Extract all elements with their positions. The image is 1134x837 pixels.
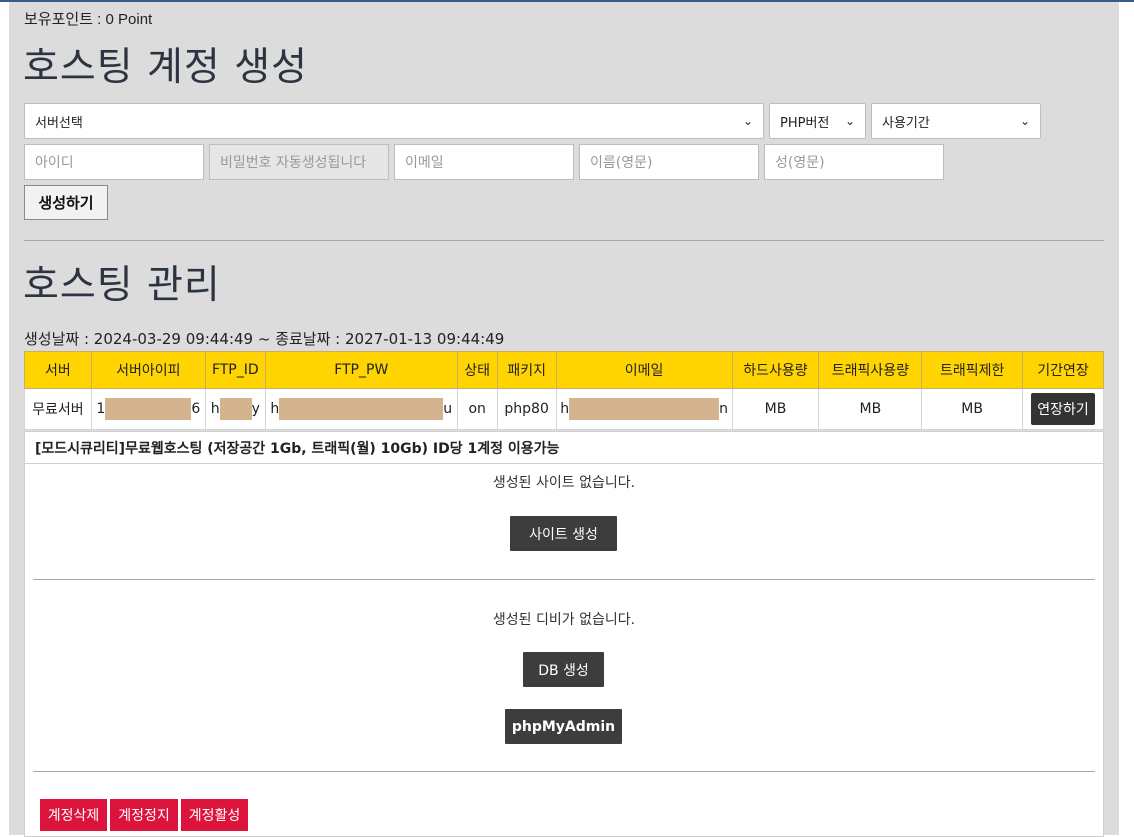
chevron-down-icon: ⌄ (1019, 114, 1030, 128)
email-end: n (719, 401, 728, 417)
col-header: 트래픽사용량 (818, 351, 923, 389)
ftp-pw-start: h (270, 401, 280, 417)
redaction (279, 398, 444, 420)
redaction (219, 398, 252, 420)
id-input[interactable]: 아이디 (24, 144, 204, 180)
chevron-down-icon: ⌄ (742, 114, 753, 128)
create-account-button[interactable]: 생성하기 (24, 185, 108, 220)
server-select[interactable]: 서버선택 ⌄ (24, 103, 764, 139)
password-input: 비밀번호 자동생성됩니다 (209, 144, 389, 180)
period-select-value: 사용기간 (882, 115, 930, 131)
traffic-limit-cell: MB (921, 388, 1024, 430)
period-select[interactable]: 사용기간 ⌄ (871, 103, 1041, 139)
col-header: 하드사용량 (731, 351, 820, 389)
account-detail-box: [모드시큐리티]무료웹호스팅 (저장공간 1Gb, 트래픽(월) 10Gb) I… (24, 431, 1104, 837)
lastname-input[interactable]: 성(영문) (764, 144, 944, 180)
ftp-pw-cell: hu (264, 388, 458, 430)
chevron-down-icon: ⌄ (844, 114, 855, 128)
ip-end: 6 (191, 401, 201, 417)
table-row: 무료서버 16 hy hu on php80 hn MB MB MB 연장하기 (24, 388, 1104, 430)
col-header: 트래픽제한 (921, 351, 1024, 389)
divider (33, 579, 1095, 580)
col-header: 서버아이피 (90, 351, 206, 389)
ftp-id-end: y (251, 401, 260, 417)
redaction (569, 398, 720, 420)
package-description: [모드시큐리티]무료웹호스팅 (저장공간 1Gb, 트래픽(월) 10Gb) I… (35, 441, 560, 457)
server-select-value: 서버선택 (35, 115, 83, 131)
package-cell: php80 (496, 388, 557, 430)
col-header: 서버 (24, 351, 92, 389)
site-create-button[interactable]: 사이트 생성 (510, 516, 617, 551)
firstname-input[interactable]: 이름(영문) (579, 144, 759, 180)
hosting-table: 서버 서버아이피 FTP_ID FTP_PW 상태 패키지 이메일 하드사용량 … (24, 351, 1104, 430)
divider (25, 463, 1103, 464)
account-dates: 생성날짜 : 2024-03-29 09:44:49 ~ 종료날짜 : 2027… (24, 330, 505, 348)
col-header: FTP_ID (204, 351, 266, 389)
col-header: 기간연장 (1022, 351, 1104, 389)
manage-section-title: 호스팅 관리 (23, 263, 221, 308)
redaction (105, 398, 192, 420)
no-db-message: 생성된 디비가 없습니다. (492, 612, 636, 628)
ftp-id-cell: hy (204, 388, 266, 430)
disk-cell: MB (731, 388, 820, 430)
ip-start: 1 (96, 401, 106, 417)
ftp-id-start: h (210, 401, 220, 417)
no-site-message: 생성된 사이트 없습니다. (492, 475, 636, 491)
col-header: 상태 (456, 351, 498, 389)
col-header: 패키지 (496, 351, 557, 389)
email-input[interactable]: 이메일 (394, 144, 574, 180)
server-cell: 무료서버 (24, 388, 92, 430)
traffic-cell: MB (818, 388, 923, 430)
php-version-select[interactable]: PHP버전 ⌄ (769, 103, 866, 139)
db-create-button[interactable]: DB 생성 (523, 652, 604, 687)
phpmyadmin-button[interactable]: phpMyAdmin (505, 709, 622, 744)
extend-button[interactable]: 연장하기 (1031, 393, 1095, 425)
activate-account-button[interactable]: 계정활성 (181, 799, 248, 831)
points-label: 보유포인트 : 0 Point (24, 11, 153, 28)
delete-account-button[interactable]: 계정삭제 (40, 799, 107, 831)
create-section-title: 호스팅 계정 생성 (23, 45, 308, 90)
php-version-value: PHP버전 (780, 115, 830, 131)
section-divider (24, 240, 1104, 241)
col-header: FTP_PW (264, 351, 458, 389)
ip-cell: 16 (90, 388, 206, 430)
suspend-account-button[interactable]: 계정정지 (110, 799, 178, 831)
ftp-pw-end: u (443, 401, 453, 417)
email-start: h (560, 401, 570, 417)
col-header: 이메일 (555, 351, 733, 389)
email-cell: hn (555, 388, 733, 430)
main-panel: 보유포인트 : 0 Point 호스팅 계정 생성 서버선택 ⌄ PHP버전 ⌄… (9, 2, 1119, 837)
table-header-row: 서버 서버아이피 FTP_ID FTP_PW 상태 패키지 이메일 하드사용량 … (24, 351, 1104, 389)
divider (33, 771, 1095, 772)
status-cell: on (456, 388, 498, 430)
extend-cell: 연장하기 (1022, 388, 1104, 430)
